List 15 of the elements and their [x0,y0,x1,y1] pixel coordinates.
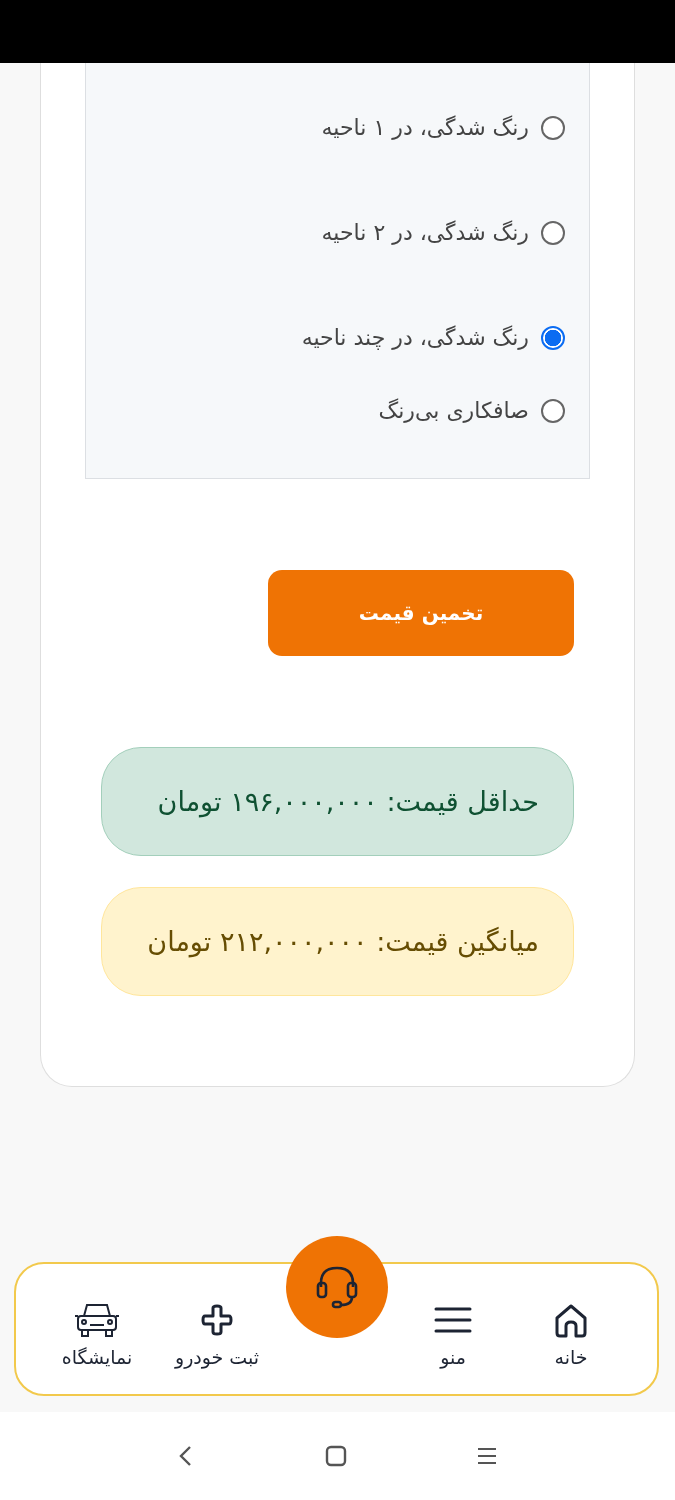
radio-icon[interactable] [541,325,565,350]
price-result: میانگین قیمت: ۲۱۲,۰۰۰,۰۰۰ تومان [101,887,574,996]
radio-icon[interactable] [541,115,565,140]
nav-item[interactable]: ثبت خودرو [157,1300,277,1368]
nav-item[interactable]: خانه [511,1300,631,1368]
radio-icon[interactable] [541,398,565,423]
nav-item[interactable]: منو [393,1300,513,1368]
nav-item[interactable]: نمایشگاه [37,1300,157,1368]
radio-icon[interactable] [541,220,565,245]
home-square-icon[interactable] [323,1444,348,1468]
price-result: حداقل قیمت: ۱۹۶,۰۰۰,۰۰۰ تومان [101,747,574,856]
radio-option[interactable]: صافکاری بی‌رنگ [378,398,565,423]
radio-option[interactable]: رنگ شدگی، در ۱ ناحیه [321,115,565,140]
radio-option[interactable]: رنگ شدگی، در ۲ ناحیه [321,220,565,245]
radio-option[interactable]: رنگ شدگی، در چند ناحیه [301,325,565,350]
